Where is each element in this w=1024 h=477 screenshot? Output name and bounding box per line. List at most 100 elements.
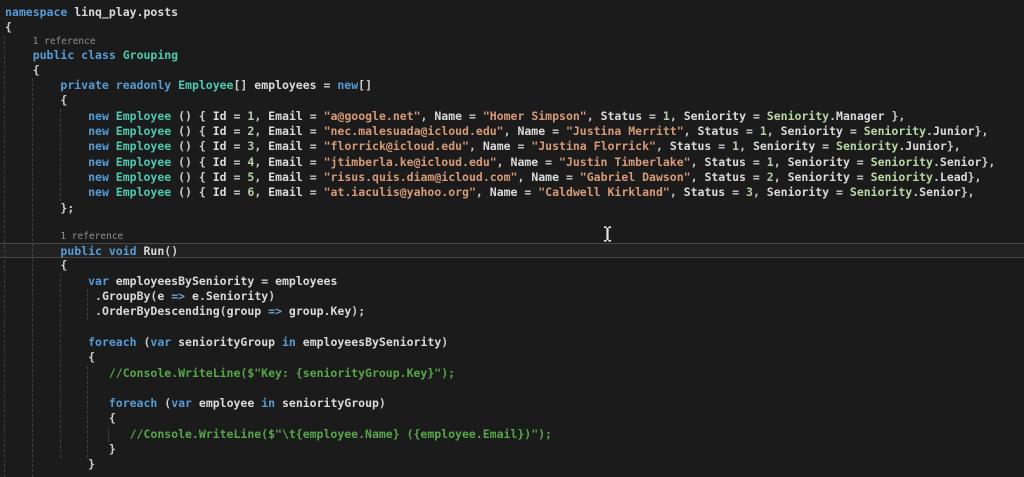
code-token: ,: [254, 170, 268, 184]
code-token: "Justin Timberlake": [559, 155, 691, 169]
code-token: ,: [497, 155, 511, 169]
code-token: =>: [261, 304, 289, 318]
code-token: 1: [663, 109, 670, 123]
code-token: =: [227, 155, 248, 169]
code-token: Seniority: [788, 155, 850, 169]
code-token: Employee: [116, 109, 171, 123]
code-area: namespace linq_play.posts{1 reference pu…: [0, 0, 1024, 473]
code-token: =: [517, 185, 538, 199]
code-token: group: [289, 304, 324, 318]
employee-code-line[interactable]: new Employee () { Id = 2, Email = "nec.m…: [0, 124, 1024, 139]
codelens-references[interactable]: 1 reference: [0, 36, 1024, 48]
code-token: private readonly: [60, 78, 178, 92]
code-token: ,: [587, 109, 601, 123]
code-token: .: [95, 304, 102, 318]
code-line[interactable]: .OrderByDescending(group => group.Key);: [0, 304, 1024, 319]
code-token: Name: [531, 170, 559, 184]
code-line[interactable]: //Console.WriteLine($"Key: {seniorityGro…: [0, 366, 1024, 381]
code-token: =: [303, 185, 324, 199]
code-editor[interactable]: namespace linq_play.posts{1 reference pu…: [0, 0, 1024, 477]
employee-code-line[interactable]: new Employee () { Id = 3, Email = "florr…: [0, 139, 1024, 154]
code-token: ): [268, 289, 275, 303]
code-line[interactable]: public class Grouping: [0, 48, 1024, 63]
code-token: Email: [268, 155, 303, 169]
code-line[interactable]: };: [0, 201, 1024, 216]
code-line[interactable]: namespace linq_play.posts: [0, 5, 1024, 20]
ibeam-cursor-icon: [601, 225, 615, 246]
blank-line[interactable]: [0, 381, 1024, 396]
blank-line[interactable]: [0, 320, 1024, 335]
code-token: [5, 185, 88, 199]
code-line[interactable]: {: [0, 20, 1024, 35]
code-line[interactable]: }: [0, 457, 1024, 472]
code-token: Seniority: [871, 155, 933, 169]
code-token: =: [227, 185, 248, 199]
code-line[interactable]: foreach (var seniorityGroup in employees…: [0, 335, 1024, 350]
code-token: =: [829, 185, 850, 199]
code-token: Run: [143, 244, 164, 258]
code-line[interactable]: {: [0, 411, 1024, 426]
code-token: ,: [476, 185, 490, 199]
code-token: ,: [684, 124, 698, 138]
code-token: ,: [469, 139, 483, 153]
code-token: () {: [171, 139, 213, 153]
code-token: [5, 244, 60, 258]
code-token: .: [95, 289, 102, 303]
code-token: Employee: [116, 124, 171, 138]
code-line[interactable]: {: [0, 258, 1024, 273]
code-token: () {: [171, 109, 213, 123]
code-token: Employee: [116, 155, 171, 169]
code-line[interactable]: .GroupBy(e => e.Seniority): [0, 289, 1024, 304]
code-token: [5, 350, 88, 364]
employee-code-line[interactable]: new Employee () { Id = 5, Email = "risus…: [0, 170, 1024, 185]
current-code-line[interactable]: public void Run(): [0, 243, 1024, 258]
code-line[interactable]: //Console.WriteLine($"\t{employee.Name} …: [0, 427, 1024, 442]
code-token: new: [88, 185, 116, 199]
code-token: seniorityGroup: [282, 396, 379, 410]
code-token: () {: [171, 185, 213, 199]
code-token: Status: [704, 170, 746, 184]
code-token: "risus.quis.diam@icloud.com": [324, 170, 518, 184]
code-token: =: [843, 124, 864, 138]
code-token: ,: [670, 185, 684, 199]
code-token: ,: [254, 124, 268, 138]
employee-code-line[interactable]: new Employee () { Id = 4, Email = "jtimb…: [0, 155, 1024, 170]
codelens-references[interactable]: 1 reference: [0, 231, 1024, 243]
code-token: [5, 93, 60, 107]
code-line[interactable]: {: [0, 350, 1024, 365]
code-token: Junior: [933, 124, 975, 138]
code-token: employee: [199, 396, 254, 410]
code-token: public void: [60, 244, 143, 258]
code-token: foreach: [109, 396, 157, 410]
code-token: [5, 427, 130, 441]
code-token: },: [975, 124, 989, 138]
code-token: [5, 411, 109, 425]
code-token: Name: [517, 124, 545, 138]
code-token: 3: [746, 185, 753, 199]
code-token: ,: [670, 109, 684, 123]
code-line[interactable]: var employeesBySeniority = employees: [0, 274, 1024, 289]
code-token: =: [746, 155, 767, 169]
code-token: "Gabriel Dawson": [580, 170, 691, 184]
code-token: },: [961, 185, 975, 199]
code-token: =: [739, 124, 760, 138]
code-token: {: [88, 350, 95, 364]
code-line[interactable]: }: [0, 442, 1024, 457]
code-line[interactable]: {: [0, 63, 1024, 78]
code-token: .: [829, 109, 836, 123]
code-token: "Homer Simpson": [483, 109, 587, 123]
employee-code-line[interactable]: new Employee () { Id = 6, Email = "at.ia…: [0, 185, 1024, 200]
code-token: new: [88, 139, 116, 153]
code-line[interactable]: private readonly Employee[] employees = …: [0, 78, 1024, 93]
code-token: =: [850, 170, 871, 184]
code-line[interactable]: foreach (var employee in seniorityGroup): [0, 396, 1024, 411]
code-token: =: [303, 109, 324, 123]
code-token: Name: [483, 139, 511, 153]
code-token: ,: [774, 155, 788, 169]
employee-code-line[interactable]: new Employee () { Id = 1, Email = "a@goo…: [0, 109, 1024, 124]
blank-line[interactable]: [0, 216, 1024, 231]
code-line[interactable]: {: [0, 93, 1024, 108]
code-token: =: [711, 139, 732, 153]
code-token: Id: [213, 109, 227, 123]
code-token: Name: [511, 155, 539, 169]
